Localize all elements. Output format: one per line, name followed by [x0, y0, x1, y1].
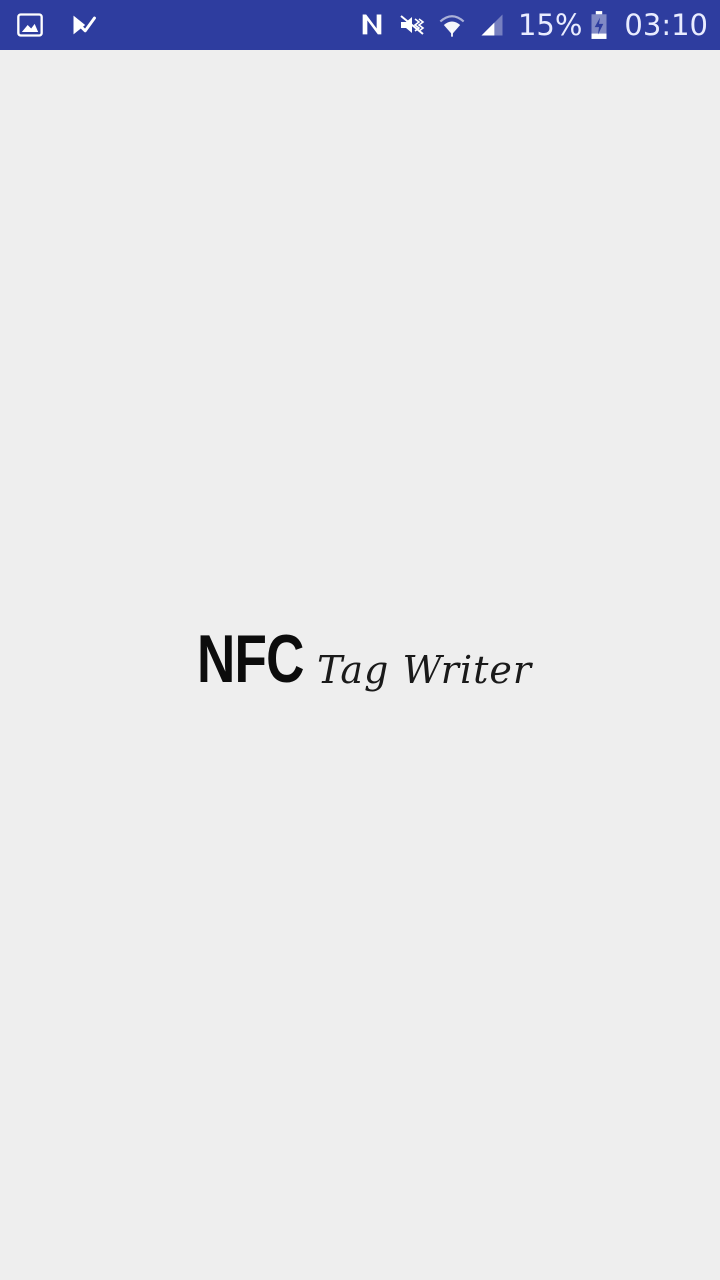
status-bar-right: 15% 03:10: [358, 0, 708, 50]
logo-nfc-text: NFC: [197, 621, 304, 697]
splash-screen: NFC Tag Writer: [0, 50, 720, 1280]
vibrate-mute-icon: [400, 15, 425, 35]
wifi-icon: [439, 15, 465, 37]
battery-percent: 15%: [517, 8, 583, 42]
status-bar: 15% 03:10: [0, 0, 720, 50]
status-time: 03:10: [624, 8, 708, 42]
nfc-icon: [362, 14, 382, 35]
status-bar-left: [16, 0, 98, 50]
task-check-icon: [73, 15, 96, 35]
battery-group: 15%: [518, 0, 608, 50]
gallery-icon: [17, 13, 43, 37]
battery-charging-icon: [591, 11, 607, 39]
signal-icon: [481, 14, 503, 36]
logo-tag-writer-text: Tag Writer: [317, 648, 533, 692]
app-logo: NFC Tag Writer: [197, 625, 547, 700]
